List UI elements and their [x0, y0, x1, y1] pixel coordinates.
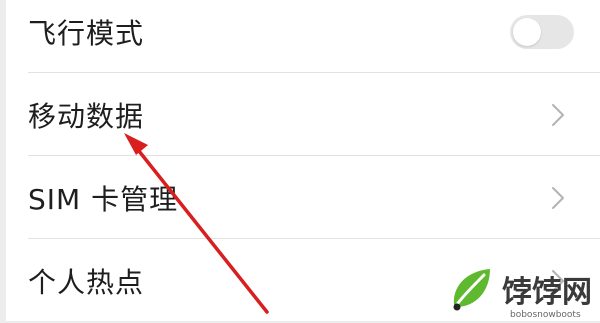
settings-item-airplane-mode[interactable]: 飞行模式: [6, 0, 600, 74]
toggle-knob: [513, 18, 541, 46]
settings-item-mobile-data[interactable]: 移动数据: [6, 73, 600, 157]
leaf-logo-icon: [453, 269, 490, 311]
watermark: 饽饽网 bobosnowboots: [448, 265, 600, 321]
sim-management-label: SIM 卡管理: [28, 183, 179, 216]
chevron-right-icon: [552, 187, 564, 209]
watermark-url: bobosnowboots: [510, 310, 581, 320]
watermark-brand: 饽饽网: [502, 275, 592, 310]
settings-item-sim-management[interactable]: SIM 卡管理: [6, 156, 600, 240]
personal-hotspot-label: 个人热点: [28, 266, 145, 299]
mobile-data-label: 移动数据: [28, 100, 145, 133]
airplane-mode-label: 飞行模式: [28, 17, 145, 50]
airplane-mode-toggle[interactable]: [510, 15, 574, 49]
chevron-right-icon: [552, 104, 564, 126]
